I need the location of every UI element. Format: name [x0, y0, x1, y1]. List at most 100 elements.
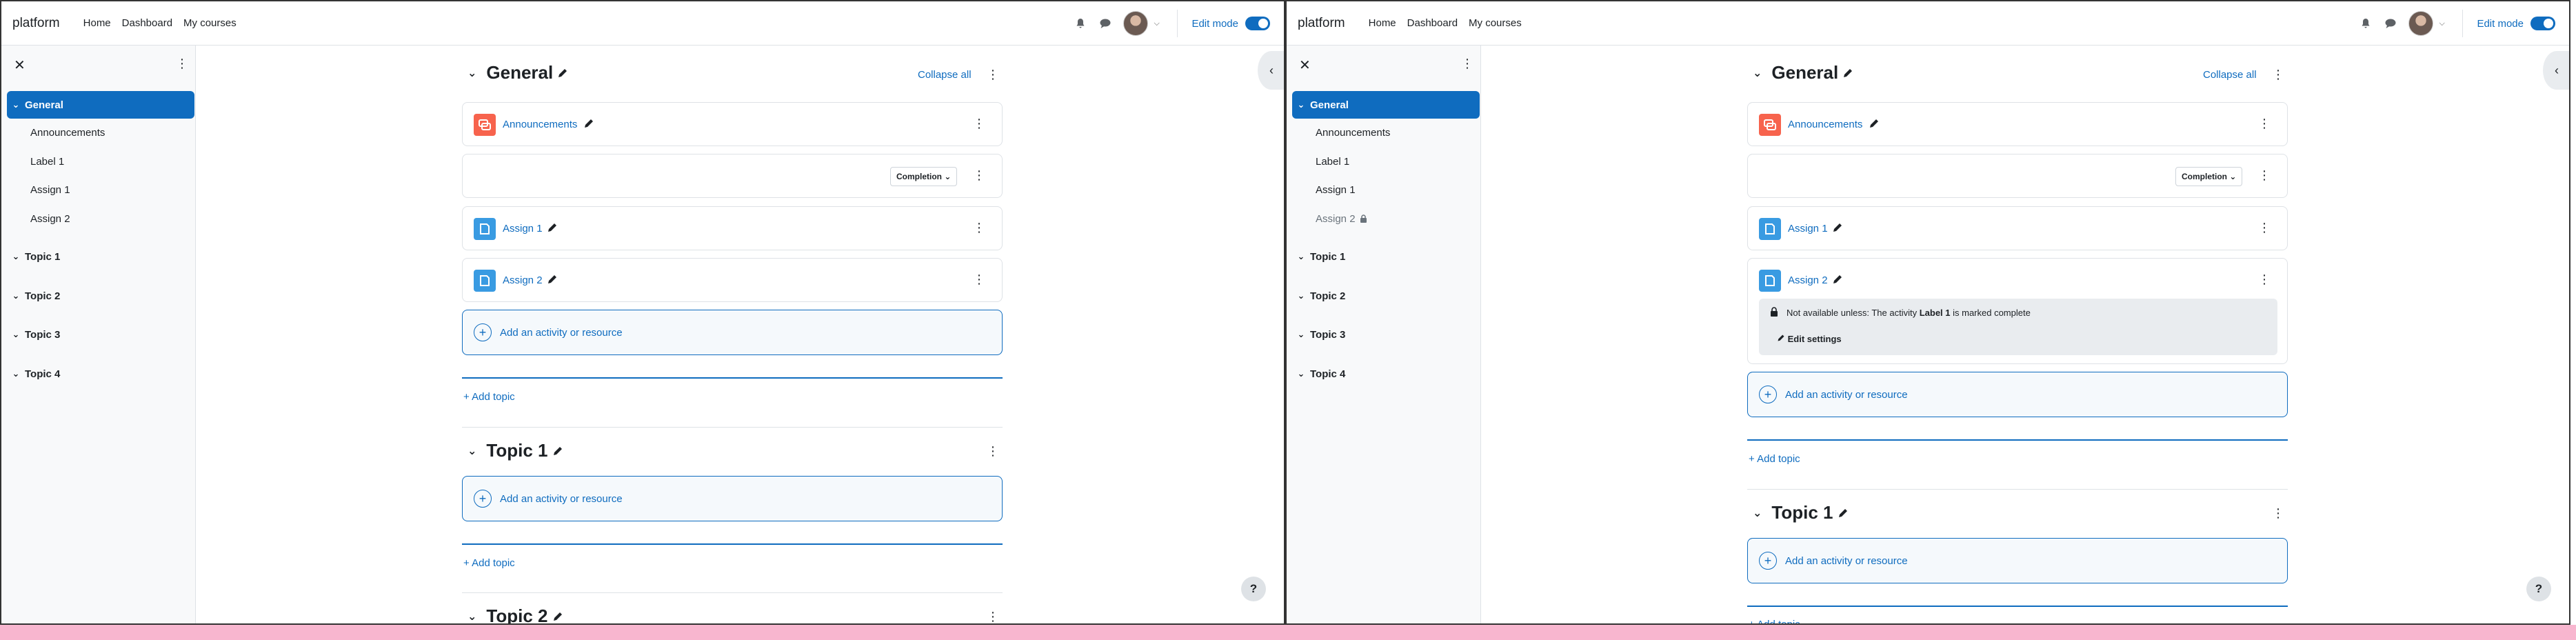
add-topic-link[interactable]: + Add topic: [1749, 453, 1800, 465]
chevron-down-icon[interactable]: ⌄: [467, 610, 476, 623]
avatar[interactable]: [2408, 11, 2434, 36]
kebab-menu-icon[interactable]: ⋮: [973, 272, 985, 287]
drawer-section-general[interactable]: ⌄ General: [1292, 91, 1480, 119]
add-activity-button[interactable]: + Add an activity or resource: [1747, 372, 2288, 417]
pencil-icon[interactable]: [547, 222, 558, 237]
help-button[interactable]: ?: [2526, 577, 2551, 601]
kebab-menu-icon[interactable]: ⋮: [176, 57, 188, 71]
drawer-item-label1[interactable]: Label 1: [30, 156, 64, 168]
activity-link-assign2[interactable]: Assign 2: [1788, 274, 1828, 286]
nav-my-courses[interactable]: My courses: [1469, 17, 1522, 29]
kebab-menu-icon[interactable]: ⋮: [973, 221, 985, 235]
drawer-section-topic3[interactable]: ⌄ Topic 3: [1292, 321, 1480, 348]
chevron-down-icon[interactable]: ⌄: [1753, 506, 1762, 520]
drawer-item-label1[interactable]: Label 1: [1316, 156, 1349, 168]
bell-icon[interactable]: [2359, 17, 2373, 30]
chevron-down-icon[interactable]: ⌄: [7, 251, 25, 262]
chevron-down-icon[interactable]: ⌄: [1292, 251, 1310, 262]
avatar[interactable]: [1123, 11, 1149, 36]
chevron-down-icon[interactable]: ⌄: [1292, 290, 1310, 301]
pencil-icon[interactable]: [552, 440, 563, 461]
drawer-section-general[interactable]: ⌄ General: [7, 91, 194, 119]
nav-home[interactable]: Home: [1369, 17, 1396, 29]
chevron-down-icon[interactable]: ⌄: [7, 290, 25, 301]
chevron-down-icon[interactable]: ⌄: [1292, 368, 1310, 379]
kebab-menu-icon[interactable]: ⋮: [987, 68, 999, 82]
drawer-item-announcements[interactable]: Announcements: [1316, 127, 1390, 139]
kebab-menu-icon[interactable]: ⋮: [973, 168, 985, 183]
close-icon[interactable]: ✕: [1299, 57, 1311, 74]
drawer-item-assign2[interactable]: Assign 2: [1316, 213, 1367, 226]
chevron-down-icon[interactable]: ⌄: [7, 368, 25, 379]
drawer-item-assign1[interactable]: Assign 1: [30, 184, 70, 196]
drawer-section-topic1[interactable]: ⌄ Topic 1: [7, 243, 194, 270]
completion-dropdown[interactable]: Completion ⌄: [890, 167, 958, 186]
pencil-icon[interactable]: [557, 62, 568, 83]
chevron-down-icon[interactable]: ⌄: [7, 329, 25, 340]
drawer-section-topic4[interactable]: ⌄ Topic 4: [1292, 360, 1480, 388]
add-topic-link[interactable]: + Add topic: [463, 391, 515, 403]
chevron-down-icon[interactable]: ⌄: [1292, 329, 1310, 340]
kebab-menu-icon[interactable]: ⋮: [987, 610, 999, 623]
bell-icon[interactable]: [1074, 17, 1087, 30]
nav-home[interactable]: Home: [83, 17, 111, 29]
chevron-down-icon[interactable]: ⌄: [1292, 99, 1310, 110]
add-activity-button[interactable]: + Add an activity or resource: [462, 310, 1003, 355]
activity-link-announcements[interactable]: Announcements: [503, 119, 577, 130]
nav-dashboard[interactable]: Dashboard: [122, 17, 172, 29]
chevron-down-icon[interactable]: ⌄: [467, 66, 476, 80]
drawer-section-topic2[interactable]: ⌄ Topic 2: [1292, 282, 1480, 310]
add-activity-button[interactable]: + Add an activity or resource: [462, 476, 1003, 521]
help-button[interactable]: ?: [1241, 577, 1266, 601]
kebab-menu-icon[interactable]: ⋮: [1461, 57, 1473, 71]
pencil-icon[interactable]: [552, 606, 563, 623]
drawer-section-topic4[interactable]: ⌄ Topic 4: [7, 360, 194, 388]
drawer-item-assign1[interactable]: Assign 1: [1316, 184, 1356, 196]
collapse-all-link[interactable]: Collapse all: [2203, 69, 2257, 81]
pencil-icon[interactable]: [1842, 62, 1853, 83]
activity-link-announcements[interactable]: Announcements: [1788, 119, 1862, 130]
kebab-menu-icon[interactable]: ⋮: [987, 444, 999, 459]
kebab-menu-icon[interactable]: ⋮: [2258, 168, 2271, 183]
close-icon[interactable]: ✕: [14, 57, 26, 74]
chat-icon[interactable]: [2384, 17, 2397, 30]
drawer-item-announcements[interactable]: Announcements: [30, 127, 105, 139]
kebab-menu-icon[interactable]: ⋮: [973, 117, 985, 131]
drawer-section-topic1[interactable]: ⌄ Topic 1: [1292, 243, 1480, 270]
kebab-menu-icon[interactable]: ⋮: [2272, 68, 2284, 82]
add-topic-link[interactable]: + Add topic: [463, 557, 515, 569]
pencil-icon[interactable]: [1838, 502, 1849, 523]
pencil-icon[interactable]: [583, 118, 594, 132]
kebab-menu-icon[interactable]: ⋮: [2258, 117, 2271, 131]
edit-mode-toggle[interactable]: [1245, 17, 1270, 30]
edit-settings-link[interactable]: Edit settings: [1777, 334, 1842, 344]
site-brand[interactable]: platform: [1298, 16, 1345, 31]
activity-link-assign1[interactable]: Assign 1: [1788, 223, 1828, 234]
chevron-down-icon[interactable]: ⌄: [467, 444, 476, 458]
block-drawer-toggle[interactable]: ‹: [2543, 51, 2569, 90]
kebab-menu-icon[interactable]: ⋮: [2272, 506, 2284, 521]
nav-my-courses[interactable]: My courses: [183, 17, 237, 29]
pencil-icon[interactable]: [547, 274, 558, 288]
chevron-down-icon[interactable]: ⌵: [2439, 19, 2448, 28]
add-topic-link[interactable]: + Add topic: [1749, 619, 1800, 623]
drawer-item-assign2[interactable]: Assign 2: [30, 213, 70, 225]
add-activity-button[interactable]: + Add an activity or resource: [1747, 538, 2288, 583]
site-brand[interactable]: platform: [12, 16, 60, 31]
block-drawer-toggle[interactable]: ‹: [1258, 51, 1284, 90]
kebab-menu-icon[interactable]: ⋮: [2258, 221, 2271, 235]
chevron-down-icon[interactable]: ⌵: [1154, 19, 1163, 28]
chevron-down-icon[interactable]: ⌄: [1753, 66, 1762, 80]
collapse-all-link[interactable]: Collapse all: [918, 69, 972, 81]
pencil-icon[interactable]: [1832, 222, 1843, 237]
drawer-section-topic3[interactable]: ⌄ Topic 3: [7, 321, 194, 348]
chevron-down-icon[interactable]: ⌄: [7, 99, 25, 110]
drawer-section-topic2[interactable]: ⌄ Topic 2: [7, 282, 194, 310]
completion-dropdown[interactable]: Completion ⌄: [2175, 167, 2243, 186]
kebab-menu-icon[interactable]: ⋮: [2258, 272, 2271, 287]
activity-link-assign1[interactable]: Assign 1: [503, 223, 543, 234]
pencil-icon[interactable]: [1832, 274, 1843, 288]
chat-icon[interactable]: [1098, 17, 1112, 30]
nav-dashboard[interactable]: Dashboard: [1407, 17, 1458, 29]
edit-mode-toggle[interactable]: [2530, 17, 2555, 30]
